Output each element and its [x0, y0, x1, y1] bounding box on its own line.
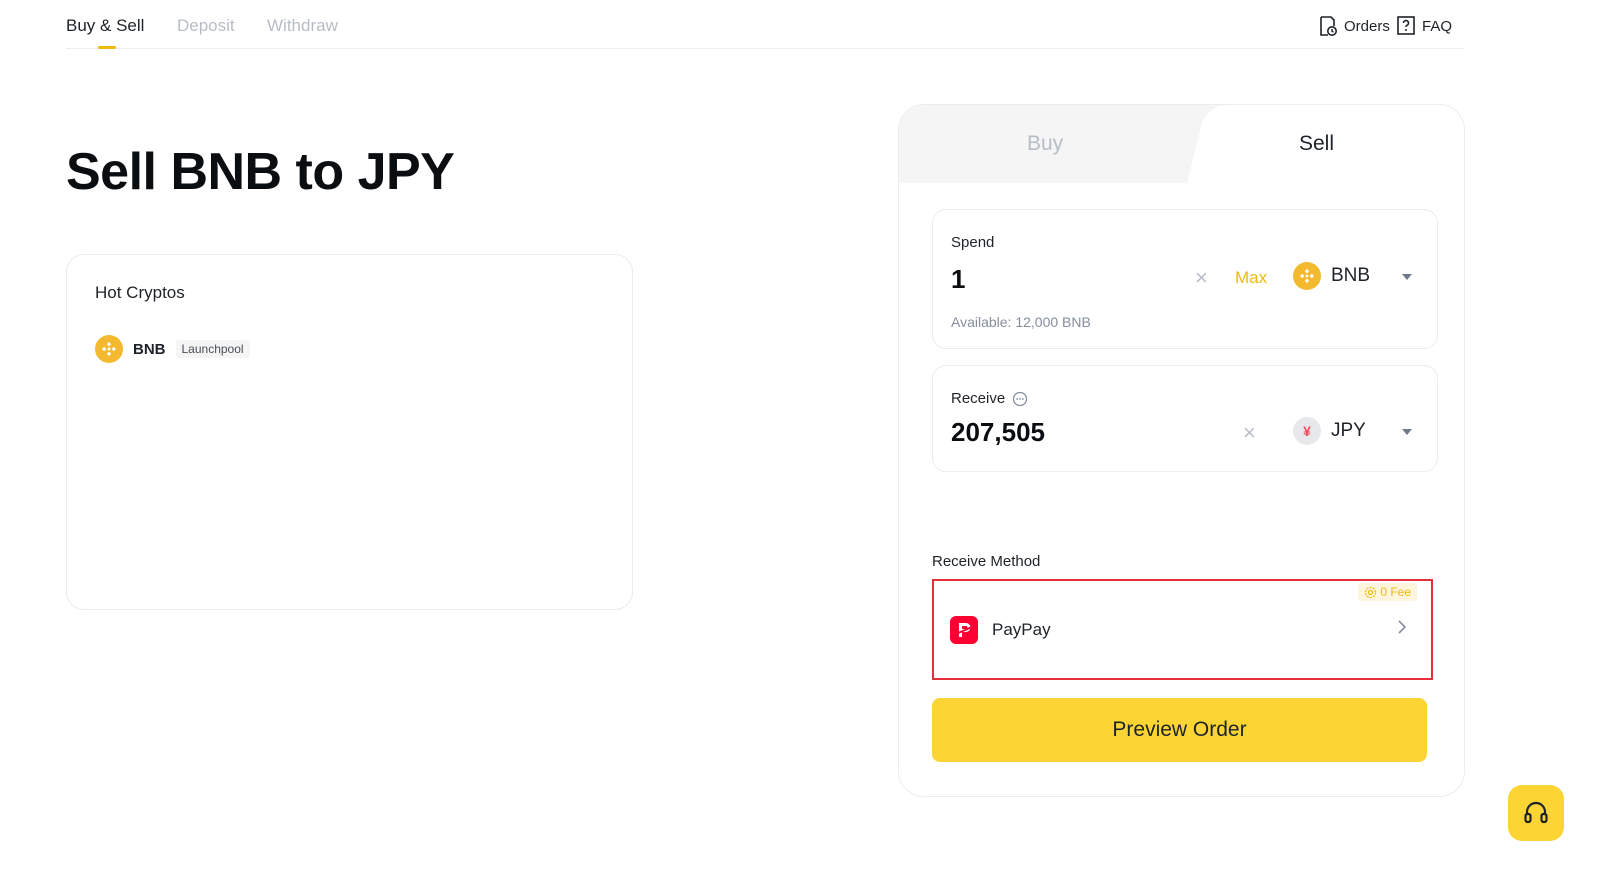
hot-crypto-item-bnb[interactable]: BNB Launchpool	[95, 335, 250, 363]
tab-buy-sell[interactable]: Buy & Sell	[66, 16, 144, 36]
hot-crypto-symbol: BNB	[133, 340, 166, 358]
bnb-coin-icon	[1293, 262, 1321, 290]
fee-icon	[1365, 586, 1377, 598]
jpy-coin-icon: ¥	[1293, 417, 1321, 445]
customer-support-button[interactable]	[1508, 785, 1564, 841]
receive-currency-code: JPY	[1331, 420, 1366, 441]
spend-box: Spend × Max BNB Available: 12,000 BNB	[932, 209, 1438, 349]
chevron-right-icon	[1398, 620, 1407, 634]
chevron-down-icon	[1402, 429, 1412, 435]
receive-currency-selector[interactable]: ¥ JPY	[1293, 417, 1418, 445]
spend-label: Spend	[951, 234, 994, 251]
tab-deposit[interactable]: Deposit	[177, 16, 235, 36]
chevron-down-icon	[1402, 274, 1412, 280]
receive-amount-input[interactable]	[951, 417, 1171, 448]
receive-box: Receive × ¥ JPY	[932, 365, 1438, 472]
receive-method-name: PayPay	[992, 620, 1051, 639]
orders-icon	[1320, 16, 1337, 36]
fee-badge-text: 0 Fee	[1380, 585, 1411, 599]
tab-withdraw[interactable]: Withdraw	[267, 16, 338, 36]
spend-amount-input[interactable]	[951, 264, 1171, 295]
receive-label: Receive	[951, 390, 1028, 407]
receive-method-selector[interactable]: 0 Fee PayPay	[932, 579, 1433, 680]
top-navigation: Buy & Sell Deposit Withdraw Orders FAQ	[66, 0, 1464, 49]
orders-label: Orders	[1344, 17, 1390, 35]
receive-method-label: Receive Method	[932, 553, 1041, 570]
paypay-logo-icon	[950, 616, 978, 644]
hot-cryptos-card: Hot Cryptos BNB Launchpool	[66, 254, 633, 610]
info-icon[interactable]	[1012, 391, 1028, 407]
spend-currency-selector[interactable]: BNB	[1293, 262, 1418, 290]
preview-order-button[interactable]: Preview Order	[932, 698, 1427, 762]
page-title: Sell BNB to JPY	[66, 143, 455, 201]
active-tab-indicator	[98, 46, 116, 49]
max-button[interactable]: Max	[1235, 268, 1267, 288]
headset-icon	[1524, 801, 1548, 824]
spend-currency-code: BNB	[1331, 265, 1371, 286]
zero-fee-badge: 0 Fee	[1358, 583, 1417, 601]
tab-sell[interactable]: Sell	[1299, 132, 1334, 156]
trade-panel: Buy Sell Spend × Max BNB Available: 12,0…	[898, 104, 1465, 797]
faq-link[interactable]: FAQ	[1396, 15, 1452, 37]
faq-icon	[1397, 16, 1415, 35]
spend-label-text: Spend	[951, 234, 995, 251]
spend-clear-icon[interactable]: ×	[1195, 267, 1208, 289]
launchpool-badge: Launchpool	[175, 340, 250, 358]
receive-clear-icon[interactable]: ×	[1243, 422, 1256, 444]
hot-cryptos-title: Hot Cryptos	[95, 283, 185, 302]
orders-link[interactable]: Orders	[1318, 15, 1390, 37]
available-balance: Available: 12,000 BNB	[951, 314, 1091, 330]
receive-label-text: Receive	[951, 390, 1006, 407]
bnb-coin-icon	[95, 335, 123, 363]
tab-buy[interactable]: Buy	[1027, 132, 1063, 156]
trade-tabs: Buy Sell	[899, 105, 1464, 183]
faq-label: FAQ	[1422, 17, 1453, 35]
